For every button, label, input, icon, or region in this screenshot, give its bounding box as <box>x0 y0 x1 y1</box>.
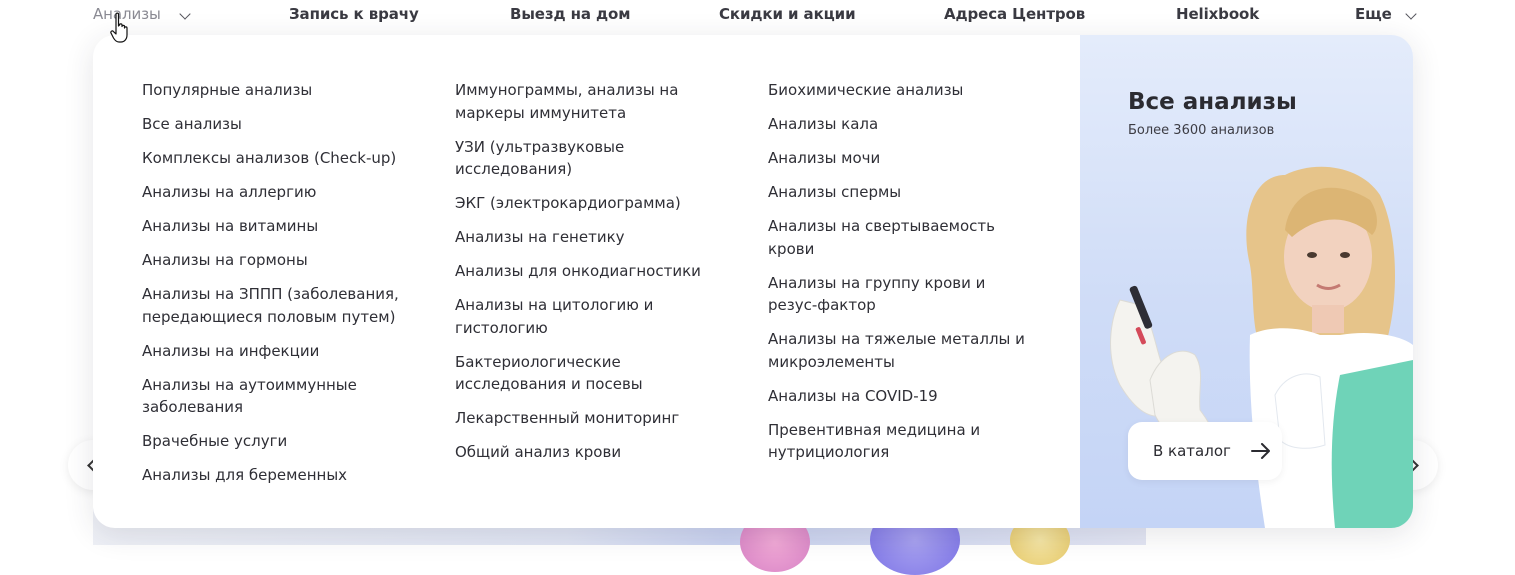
nav-item-more[interactable]: Еще <box>1355 5 1392 23</box>
menu-link[interactable]: Популярные анализы <box>142 79 432 102</box>
menu-link[interactable]: Превентивная медицина и нутрициология <box>768 419 1033 464</box>
menu-link[interactable]: Анализы на COVID-19 <box>768 385 1033 408</box>
menu-link[interactable]: Лекарственный мониторинг <box>455 407 715 430</box>
promo-title: Все анализы <box>1128 89 1297 115</box>
menu-link[interactable]: Врачебные услуги <box>142 430 432 453</box>
promo-all-analyses: Все анализы Более 3600 анализов В катало… <box>1080 35 1413 528</box>
top-navigation: Анализы Запись к врачу Выезд на дом Скид… <box>0 0 1515 32</box>
menu-column-1: Популярные анализы Все анализы Комплексы а… <box>142 79 432 498</box>
menu-link[interactable]: Анализы на свертываемость крови <box>768 215 1033 260</box>
menu-column-2: Иммунограммы, анализы на маркеры иммунит… <box>455 79 715 475</box>
menu-link[interactable]: Анализы на гормоны <box>142 249 432 272</box>
menu-link[interactable]: Анализы на аллергию <box>142 181 432 204</box>
menu-column-3: Биохимические анализы Анализы кала Анализы… <box>768 79 1033 475</box>
arrow-right-icon <box>1251 443 1270 459</box>
menu-link[interactable]: Анализы мочи <box>768 147 1033 170</box>
menu-link[interactable]: Анализы кала <box>768 113 1033 136</box>
analyses-dropdown-menu: Популярные анализы Все анализы Комплексы а… <box>93 35 1413 528</box>
nav-item-doctor-appointment[interactable]: Запись к врачу <box>289 5 419 23</box>
menu-link[interactable]: Анализы спермы <box>768 181 1033 204</box>
nav-item-helixbook[interactable]: Helixbook <box>1176 5 1259 23</box>
chevron-down-icon[interactable] <box>1405 8 1417 20</box>
menu-link[interactable]: Анализы на витамины <box>142 215 432 238</box>
menu-link[interactable]: Анализы на генетику <box>455 226 715 249</box>
menu-link[interactable]: ЭКГ (электрокардиограмма) <box>455 192 715 215</box>
menu-link[interactable]: Комплексы анализов (Check-up) <box>142 147 432 170</box>
menu-link[interactable]: УЗИ (ультразвуковые исследования) <box>455 136 715 181</box>
promo-subtitle: Более 3600 анализов <box>1128 123 1275 138</box>
menu-link[interactable]: Биохимические анализы <box>768 79 1033 102</box>
menu-link[interactable]: Анализы на инфекции <box>142 340 432 363</box>
menu-link[interactable]: Иммунограммы, анализы на маркеры иммунит… <box>455 79 715 124</box>
nav-item-addresses[interactable]: Адреса Центров <box>944 5 1085 23</box>
hand-pointer-icon <box>110 12 128 43</box>
catalog-button[interactable]: В каталог <box>1128 422 1282 480</box>
menu-link[interactable]: Все анализы <box>142 113 432 136</box>
catalog-button-label: В каталог <box>1153 442 1231 460</box>
menu-link[interactable]: Анализы на тяжелые металлы и микроэлемен… <box>768 328 1033 373</box>
menu-link[interactable]: Общий анализ крови <box>455 441 715 464</box>
menu-link[interactable]: Анализы на аутоиммунные заболевания <box>142 374 432 419</box>
menu-link[interactable]: Анализы для онкодиагностики <box>455 260 715 283</box>
menu-link[interactable]: Анализы на группу крови и резус-фактор <box>768 272 1033 317</box>
nav-item-discounts[interactable]: Скидки и акции <box>719 5 856 23</box>
nav-item-home-visit[interactable]: Выезд на дом <box>510 5 631 23</box>
menu-link[interactable]: Анализы на ЗППП (заболевания, передающие… <box>142 283 432 328</box>
menu-link[interactable]: Анализы для беременных <box>142 464 432 487</box>
menu-link[interactable]: Бактериологические исследования и посевы <box>455 351 715 396</box>
menu-link[interactable]: Анализы на цитологию и гистологию <box>455 294 715 339</box>
chevron-down-icon[interactable] <box>179 8 191 20</box>
